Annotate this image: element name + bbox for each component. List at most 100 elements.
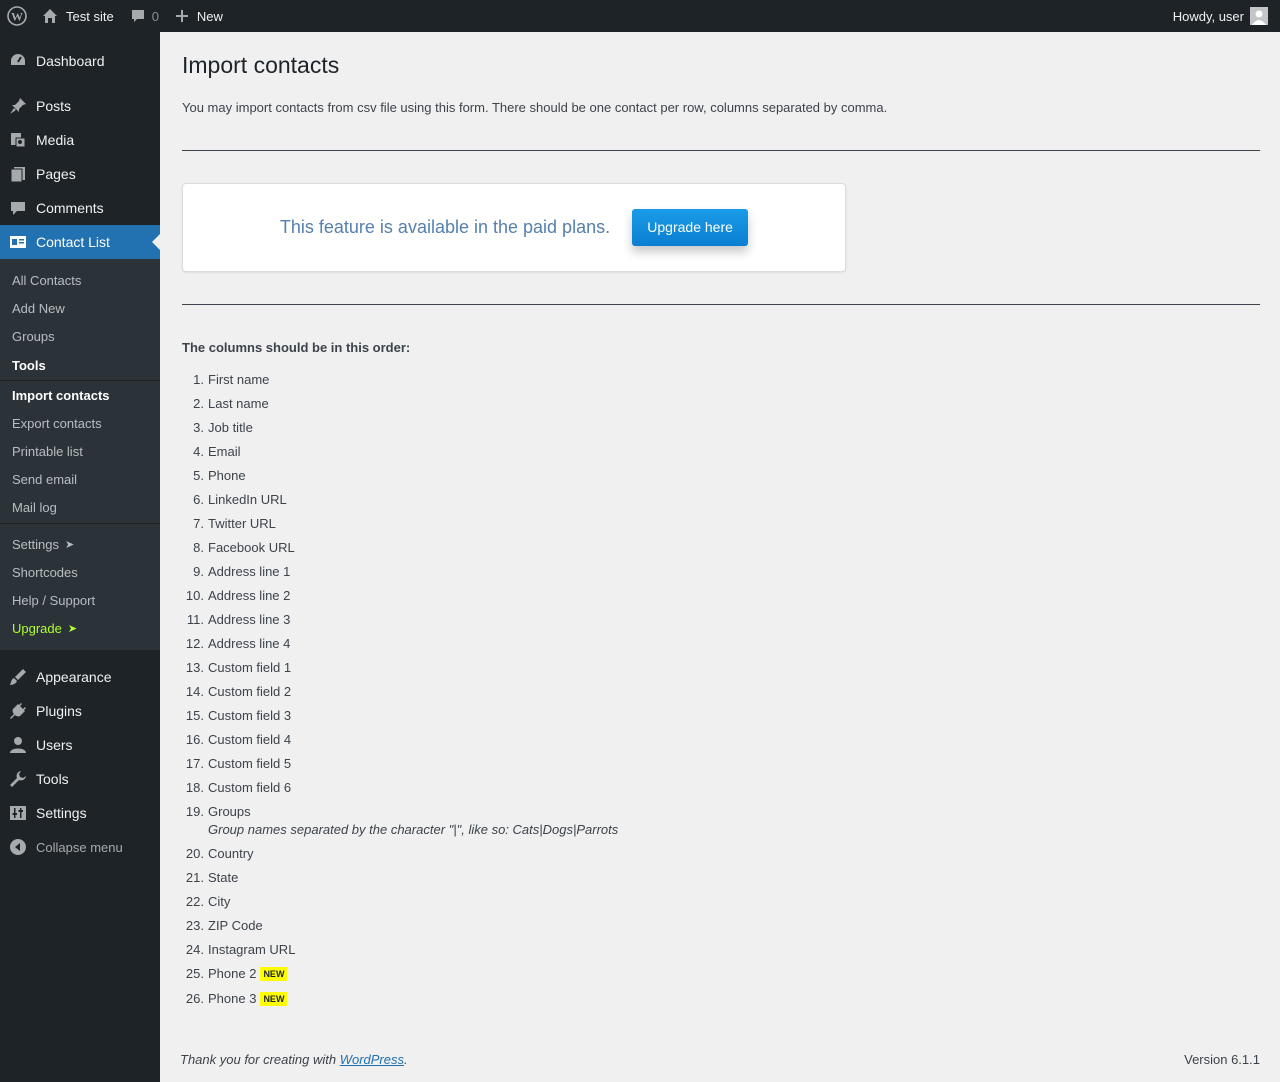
media-icon: [0, 131, 36, 149]
column-label-wrap: Phone: [208, 464, 246, 488]
new-content-link[interactable]: New: [167, 0, 231, 32]
column-label-wrap: Address line 4: [208, 632, 290, 656]
column-label: Address line 4: [208, 635, 291, 651]
submenu-groups[interactable]: Groups: [0, 322, 160, 350]
column-list-item: 25. Phone 2 NEW: [182, 962, 1260, 987]
comments-count: 0: [151, 8, 159, 24]
paid-feature-message: This feature is available in the paid pl…: [279, 216, 611, 237]
column-label-wrap: Custom field 5: [208, 752, 291, 776]
column-number: 9.: [193, 563, 204, 579]
column-label-wrap: City: [208, 890, 230, 914]
submenu-settings[interactable]: Settings ➤: [0, 530, 160, 558]
comments-link[interactable]: 0: [122, 0, 167, 32]
pages-icon: [0, 165, 36, 183]
column-number: 22.: [185, 893, 204, 909]
site-name-link[interactable]: Test site: [34, 0, 122, 32]
column-label-wrap: Job title: [208, 416, 253, 440]
column-list-item: 17. Custom field 5: [182, 752, 1260, 776]
menu-dashboard[interactable]: Dashboard: [0, 44, 160, 78]
new-label: New: [196, 8, 223, 24]
column-label: Custom field 4: [208, 731, 292, 747]
avatar: [1250, 7, 1268, 25]
paid-feature-card: This feature is available in the paid pl…: [182, 182, 846, 272]
column-number: 15.: [185, 707, 204, 723]
column-number: 8.: [193, 539, 204, 555]
home-icon: [42, 8, 58, 24]
wordpress-link[interactable]: WordPress: [340, 1052, 404, 1067]
column-label: Phone: [208, 467, 246, 483]
menu-comments[interactable]: Comments: [0, 191, 160, 225]
column-list-item: 5. Phone: [182, 464, 1260, 488]
menu-posts[interactable]: Posts: [0, 89, 160, 123]
menu-users[interactable]: Users: [0, 728, 160, 762]
sliders-icon: [0, 804, 36, 822]
wordpress-logo-icon[interactable]: W: [0, 0, 34, 32]
dashboard-icon: [0, 52, 36, 70]
menu-tools[interactable]: Tools: [0, 762, 160, 796]
menu-label: Settings: [36, 805, 87, 821]
id-card-icon: [0, 233, 36, 251]
column-list-item: 26. Phone 3 NEW: [182, 987, 1260, 1012]
submenu-help-support[interactable]: Help / Support: [0, 586, 160, 614]
column-list-item: 3. Job title: [182, 416, 1260, 440]
column-number: 21.: [185, 869, 204, 885]
menu-pages[interactable]: Pages: [0, 157, 160, 191]
column-label-wrap: ZIP Code: [208, 914, 263, 938]
column-list-item: 2. Last name: [182, 392, 1260, 416]
submenu-upgrade[interactable]: Upgrade ➤: [0, 614, 160, 642]
column-number: 18.: [185, 779, 204, 795]
menu-settings[interactable]: Settings: [0, 796, 160, 830]
column-number: 11.: [186, 611, 204, 627]
column-label-wrap: Custom field 4: [208, 728, 291, 752]
column-number: 10.: [185, 587, 204, 603]
site-name: Test site: [66, 8, 114, 24]
intro-text: You may import contacts from csv file us…: [182, 100, 888, 115]
column-number: 14.: [185, 683, 204, 699]
my-account-link[interactable]: Howdy, user: [1165, 0, 1280, 32]
column-number: 23.: [185, 917, 204, 933]
column-label: Custom field 5: [208, 755, 292, 771]
submenu-mail-log[interactable]: Mail log: [0, 493, 160, 521]
submenu-all-contacts[interactable]: All Contacts: [0, 266, 160, 294]
submenu-printable-list[interactable]: Printable list: [0, 437, 160, 465]
column-label: Facebook URL: [208, 539, 295, 555]
column-label: Phone 2: [208, 965, 257, 981]
collapse-menu-button[interactable]: Collapse menu: [0, 830, 160, 864]
column-list-item: 23. ZIP Code: [182, 914, 1260, 938]
admin-sidebar: Dashboard Posts Media Pages Comments Con…: [0, 32, 160, 1082]
menu-media[interactable]: Media: [0, 123, 160, 157]
submenu-import-contacts[interactable]: Import contacts: [0, 381, 160, 409]
column-label: Country: [208, 845, 254, 861]
column-number: 4.: [193, 443, 204, 459]
column-list-item: 4. Email: [182, 440, 1260, 464]
column-label: Address line 3: [208, 611, 291, 627]
submenu-shortcodes[interactable]: Shortcodes: [0, 558, 160, 586]
column-label: State: [208, 869, 239, 885]
column-label-wrap: Phone 3: [208, 987, 256, 1012]
menu-label: Dashboard: [36, 53, 105, 69]
column-label-wrap: Instagram URL: [208, 938, 295, 962]
column-number: 26.: [185, 990, 204, 1006]
column-number: 5.: [193, 467, 204, 483]
menu-plugins[interactable]: Plugins: [0, 694, 160, 728]
column-list-item: 9. Address line 1: [182, 560, 1260, 584]
menu-appearance[interactable]: Appearance: [0, 660, 160, 694]
column-label: Instagram URL: [208, 941, 296, 957]
footer-thanks-suffix: .: [404, 1052, 408, 1067]
submenu-add-new[interactable]: Add New: [0, 294, 160, 322]
submenu-export-contacts[interactable]: Export contacts: [0, 409, 160, 437]
column-label-wrap: Custom field 1: [208, 656, 291, 680]
new-badge: NEW: [260, 967, 288, 981]
collapse-label: Collapse menu: [36, 839, 123, 855]
submenu-send-email[interactable]: Send email: [0, 465, 160, 493]
column-label: Address line 1: [208, 563, 291, 579]
column-list-item: 8. Facebook URL: [182, 536, 1260, 560]
column-list-item: 24. Instagram URL: [182, 938, 1260, 962]
menu-contact-list[interactable]: Contact List: [0, 225, 160, 259]
footer-thanks-text: Thank you for creating with: [180, 1052, 340, 1067]
column-number: 7.: [193, 515, 204, 531]
footer-version: Version 6.1.1: [1184, 1052, 1260, 1067]
upgrade-button[interactable]: Upgrade here: [632, 208, 749, 246]
admin-bar: W Test site 0 New Howdy, user: [0, 0, 1280, 32]
columns-title: The columns should be in this order:: [182, 339, 411, 355]
